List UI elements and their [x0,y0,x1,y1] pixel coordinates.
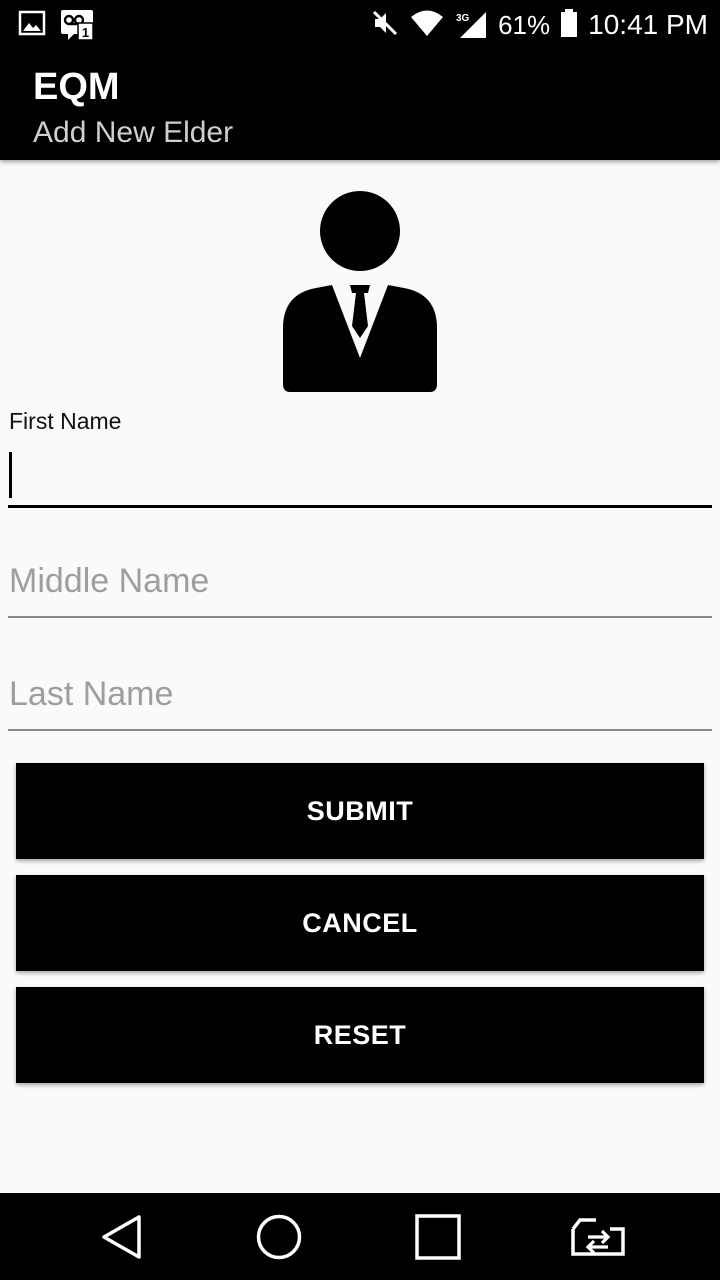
network-type: 3G [456,13,470,24]
wifi-icon [410,9,444,42]
submit-button[interactable]: SUBMIT [16,763,704,859]
home-icon[interactable] [234,1193,324,1280]
navigation-bar [0,1193,720,1280]
page-subtitle: Add New Elder [33,116,234,149]
recents-icon[interactable] [393,1193,483,1280]
first-name-label: First Name [9,408,122,434]
app-bar: EQM Add New Elder [0,50,720,160]
battery-percent: 61% [498,9,551,40]
last-name-field-container [8,675,712,731]
first-name-input[interactable] [8,448,712,493]
middle-name-field-container [8,562,712,618]
mute-icon [370,8,400,43]
switch-app-icon[interactable] [553,1193,643,1280]
notification-badge: 1 [82,25,89,40]
screen: 1 3G 61% 10:41 PM EQM Add New Elder Firs… [0,0,720,1280]
status-bar: 1 3G 61% 10:41 PM [0,0,720,50]
person-suit-icon[interactable] [282,190,438,394]
middle-name-input[interactable] [8,562,712,607]
image-icon [18,9,46,46]
app-title: EQM [33,66,120,108]
cancel-button[interactable]: CANCEL [16,875,704,971]
clock: 10:41 PM [588,9,708,40]
battery-icon [560,8,578,43]
first-name-field-container [8,448,712,508]
cell-signal-icon: 3G [454,10,488,40]
reset-button[interactable]: RESET [16,987,704,1083]
back-icon[interactable] [77,1193,167,1280]
last-name-input[interactable] [8,675,712,720]
voicemail-notification-icon: 1 [60,9,94,46]
text-cursor [9,452,12,498]
